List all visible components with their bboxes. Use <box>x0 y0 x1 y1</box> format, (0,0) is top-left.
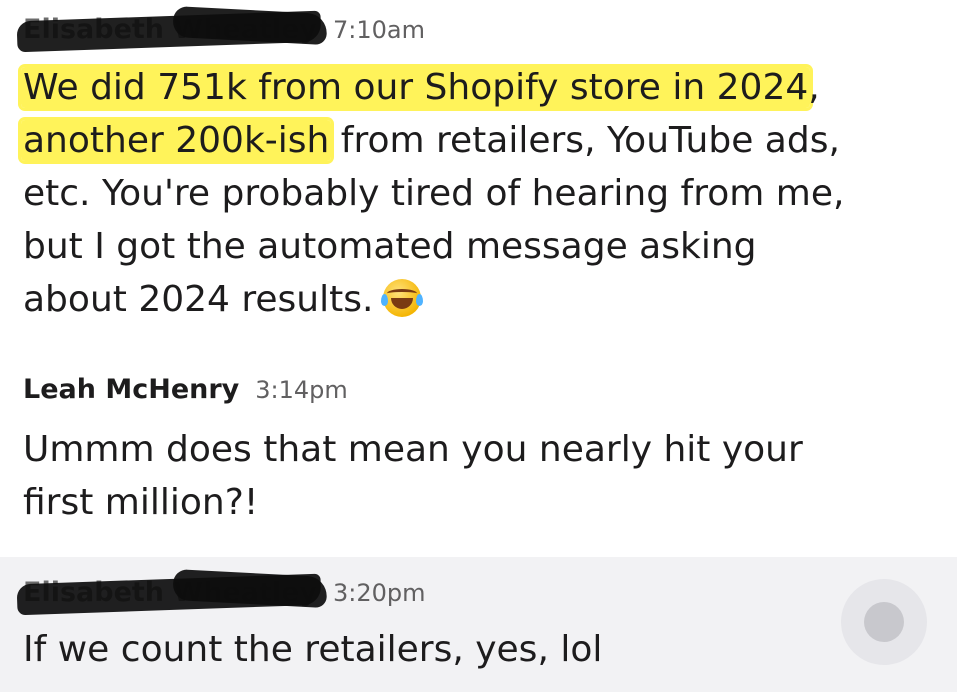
action-dot <box>864 602 904 642</box>
conversation: Elisabeth Wheatley 7:10am We did 751k fr… <box>0 0 957 692</box>
text-segment: , <box>808 67 820 108</box>
tear-left <box>381 294 389 306</box>
message-line: about 2024 results. <box>23 273 933 326</box>
sender-name[interactable]: Leah McHenry <box>23 374 239 405</box>
message-header: Elisabeth Wheatley 3:20pm <box>16 568 426 616</box>
sender-name[interactable]: Elisabeth Wheatley <box>16 568 328 616</box>
timestamp[interactable]: 7:10am <box>333 16 425 44</box>
message-line: We did 751k from our Shopify store in 20… <box>21 61 933 114</box>
text-segment: etc. You're probably tired of hearing fr… <box>23 173 845 214</box>
message-header: Leah McHenry 3:14pm <box>23 374 348 410</box>
message-line: but I got the automated message asking <box>23 220 933 273</box>
message-line: another 200k-ish from retailers, YouTube… <box>21 114 933 167</box>
timestamp[interactable]: 3:14pm <box>255 376 348 404</box>
text-segment: about 2024 results. <box>23 279 374 320</box>
text-segment: Ummm does that mean you nearly hit your <box>23 429 803 470</box>
message-line: Ummm does that mean you nearly hit your <box>23 423 933 476</box>
highlighted-text: We did 751k from our Shopify store in 20… <box>21 67 811 108</box>
highlighted-text: another 200k-ish <box>21 120 332 161</box>
timestamp[interactable]: 3:20pm <box>333 579 426 607</box>
text-segment: but I got the automated message asking <box>23 226 757 267</box>
sender-name[interactable]: Elisabeth Wheatley <box>16 5 328 53</box>
message-line: If we count the retailers, yes, lol <box>23 623 933 676</box>
message-1[interactable]: Elisabeth Wheatley 7:10am We did 751k fr… <box>0 0 957 345</box>
face-with-tears-of-joy-icon <box>381 279 424 317</box>
message-line: first million?! <box>23 476 933 529</box>
text-segment: from retailers, YouTube ads, <box>329 120 840 161</box>
message-2[interactable]: Leah McHenry 3:14pm Ummm does that mean … <box>0 345 957 557</box>
message-header: Elisabeth Wheatley 7:10am <box>16 5 425 53</box>
message-line: etc. You're probably tired of hearing fr… <box>23 167 933 220</box>
text-segment: If we count the retailers, yes, lol <box>23 629 603 670</box>
tear-right <box>416 294 424 306</box>
message-3[interactable]: Elisabeth Wheatley 3:20pm If we count th… <box>0 557 957 692</box>
message-body: Ummm does that mean you nearly hit your … <box>23 423 933 529</box>
message-body: If we count the retailers, yes, lol <box>23 623 933 676</box>
message-body: We did 751k from our Shopify store in 20… <box>21 61 933 326</box>
circle-action-icon[interactable] <box>841 579 927 665</box>
text-segment: first million?! <box>23 482 259 523</box>
